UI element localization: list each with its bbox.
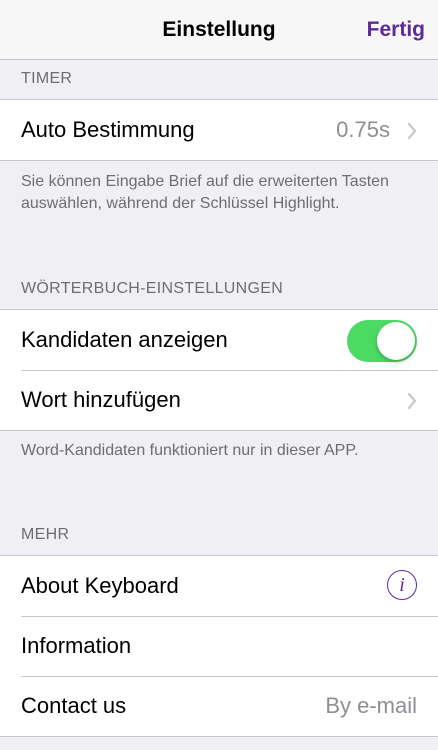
row-value: By e-mail (325, 693, 417, 718)
row-label: Wort hinzufügen (21, 387, 181, 412)
row-label: Information (21, 633, 132, 658)
row-wort-hinzufuegen[interactable]: Wort hinzufügen (0, 370, 438, 430)
section-footer-timer: Sie können Eingabe Brief auf die erweite… (21, 173, 389, 212)
section-header-timer: TIMER (21, 70, 73, 87)
row-about-keyboard[interactable]: About Keyboard i (0, 556, 438, 616)
row-label: Auto Bestimmung (21, 117, 195, 142)
section-header-dictionary: WÖRTERBUCH-EINSTELLUNGEN (21, 280, 284, 297)
row-auto-bestimmung[interactable]: Auto Bestimmung 0.75s (0, 100, 438, 160)
row-kandidaten-anzeigen: Kandidaten anzeigen (0, 310, 438, 370)
section-footer-dictionary: Word-Kandidaten funktioniert nur in dies… (21, 442, 359, 459)
more-group: About Keyboard i Information Contact us … (0, 555, 438, 737)
row-label: Kandidaten anzeigen (21, 327, 228, 352)
row-label: About Keyboard (21, 573, 179, 598)
row-label: Contact us (21, 693, 127, 718)
row-contact-us[interactable]: Contact us By e-mail (0, 676, 438, 736)
chevron-right-icon (407, 123, 417, 139)
timer-group: Auto Bestimmung 0.75s (0, 99, 438, 161)
chevron-right-icon (407, 393, 417, 409)
row-value: 0.75s (336, 117, 390, 142)
kandidaten-toggle[interactable] (347, 320, 417, 362)
toggle-knob (377, 322, 415, 360)
navigation-bar: Einstellung Fertig (0, 0, 438, 60)
done-button[interactable]: Fertig (367, 18, 425, 42)
dictionary-group: Kandidaten anzeigen Wort hinzufügen (0, 309, 438, 431)
info-icon[interactable]: i (387, 570, 417, 600)
row-information[interactable]: Information (0, 616, 438, 676)
section-header-more: MEHR (21, 526, 70, 543)
